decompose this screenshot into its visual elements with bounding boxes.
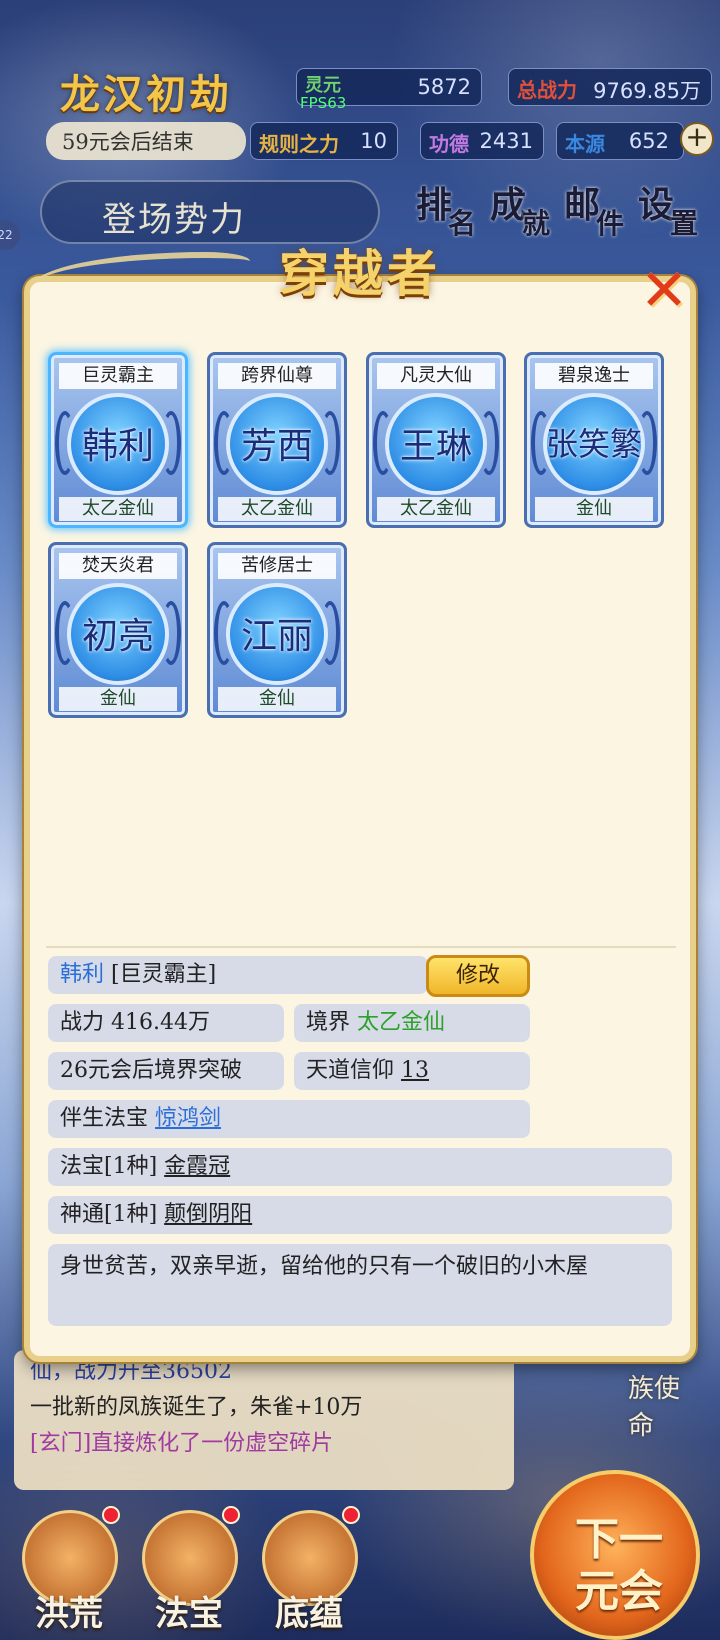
ability-link[interactable]: 颠倒阴阳 (164, 1202, 252, 1227)
nav-honghuang-label: 洪荒 (35, 1594, 103, 1634)
next-era-label: 下一元会 (575, 1514, 663, 1617)
stat-total-power-label: 总战力 (517, 78, 577, 102)
stat-rule-power-label: 规则之力 (259, 132, 339, 156)
character-card[interactable]: 凡灵大仙 王琳 太乙金仙 (366, 352, 506, 528)
breakthrough-row: 26元会后境界突破 (48, 1052, 284, 1090)
notification-dot-icon (102, 1506, 120, 1524)
character-card[interactable]: 碧泉逸士 张笑繁 金仙 (524, 352, 664, 528)
card-name: 张笑繁 (545, 425, 642, 463)
companion-label: 伴生法宝 (60, 1106, 149, 1131)
power-row: 战力 416.44万 (48, 1004, 284, 1042)
card-title: 巨灵霸主 (59, 363, 177, 389)
settings-char-1: 设 (638, 184, 675, 226)
notification-dot-icon (342, 1506, 360, 1524)
rename-button[interactable]: 修改 (426, 955, 530, 997)
power-label: 战力 (60, 1010, 105, 1035)
stat-merit-value: 2431 (479, 129, 533, 153)
realm-label: 境界 (306, 1010, 351, 1035)
ranking-char-1: 排 (416, 184, 453, 226)
stat-rule-power: 规则之力 10 (250, 122, 398, 160)
nav-treasure-label: 法宝 (155, 1594, 223, 1634)
stat-source-label: 本源 (565, 132, 605, 156)
notification-dot-icon (222, 1506, 240, 1524)
character-card[interactable]: 焚天炎君 初亮 金仙 (48, 542, 188, 718)
nav-honghuang[interactable]: 洪荒 (14, 1500, 124, 1640)
card-realm: 金仙 (59, 687, 177, 711)
breakthrough-text: 26元会后境界突破 (60, 1058, 242, 1083)
stat-total-power: 总战力 9769.85万 (508, 68, 712, 106)
nav-heritage[interactable]: 底蕴 (254, 1500, 364, 1640)
nav-treasure[interactable]: 法宝 (134, 1500, 244, 1640)
stat-source: 本源 652 (556, 122, 684, 160)
character-card[interactable]: 苦修居士 江丽 金仙 (207, 542, 347, 718)
event-log: 仙，战力升至36502 一批新的凤族诞生了，朱雀+10万 [玄门]直接炼化了一份… (14, 1350, 514, 1490)
card-title: 凡灵大仙 (377, 363, 495, 389)
add-resource-button[interactable]: + (680, 122, 714, 156)
log-line: [玄门]直接炼化了一份虚空碎片 (30, 1431, 334, 1456)
stat-rule-power-value: 10 (360, 129, 387, 153)
ability-row: 神通[1种] 颠倒阴阳 (48, 1196, 672, 1234)
faith-row: 天道信仰 13 (294, 1052, 530, 1090)
stat-merit-label: 功德 (429, 132, 469, 156)
card-name: 王琳 (399, 426, 472, 467)
card-realm: 太乙金仙 (218, 497, 336, 521)
faith-value[interactable]: 13 (401, 1058, 429, 1083)
treasure-label: 法宝[1种] (60, 1154, 158, 1179)
card-name: 江丽 (240, 616, 313, 657)
character-grid: 巨灵霸主 韩利 太乙金仙 跨界仙尊 芳西 太乙金仙 凡灵大仙 王琳 太乙金仙 碧… (46, 350, 676, 730)
mail-char-2: 件 (596, 207, 625, 240)
faith-label: 天道信仰 (306, 1058, 395, 1083)
companion-treasure-link[interactable]: 惊鸿剑 (155, 1106, 221, 1131)
clan-mission-label: 族使命 (628, 1374, 681, 1441)
stat-source-value: 652 (628, 129, 669, 153)
realm-value: 太乙金仙 (357, 1010, 446, 1035)
achievement-char-2: 就 (522, 207, 551, 240)
card-title: 焚天炎君 (59, 553, 177, 579)
character-header: 韩利 [巨灵霸主] (48, 956, 428, 994)
character-title: [巨灵霸主] (111, 962, 217, 987)
mail-char-1: 邮 (564, 184, 601, 226)
card-realm: 金仙 (535, 497, 653, 521)
stat-merit: 功德 2431 (420, 122, 544, 160)
settings-button[interactable]: 设 置 (638, 176, 708, 246)
era-title: 龙汉初劫 (60, 71, 232, 118)
stat-total-power-value: 9769.85万 (593, 79, 701, 103)
treasure-link[interactable]: 金霞冠 (164, 1154, 230, 1179)
card-title: 碧泉逸士 (535, 363, 653, 389)
character-name: 韩利 (60, 962, 105, 987)
card-realm: 金仙 (218, 687, 336, 711)
card-name: 韩利 (81, 426, 154, 467)
character-card[interactable]: 跨界仙尊 芳西 太乙金仙 (207, 352, 347, 528)
treasure-row: 法宝[1种] 金霞冠 (48, 1148, 672, 1186)
close-icon[interactable]: ✕ (636, 261, 692, 319)
era-countdown: 59元会后结束 (46, 122, 246, 160)
character-card[interactable]: 巨灵霸主 韩利 太乙金仙 (48, 352, 188, 528)
power-value: 416.44万 (111, 1010, 210, 1035)
divider (46, 946, 676, 948)
card-name: 芳西 (240, 426, 313, 467)
dialog-title: 穿越者 (279, 244, 441, 303)
companion-treasure-row: 伴生法宝 惊鸿剑 (48, 1100, 530, 1138)
nav-heritage-label: 底蕴 (275, 1594, 343, 1634)
mail-button[interactable]: 邮 件 (564, 176, 634, 246)
card-title: 跨界仙尊 (218, 363, 336, 389)
achievement-char-1: 成 (490, 184, 527, 226)
card-title: 苦修居士 (218, 553, 336, 579)
ability-label: 神通[1种] (60, 1202, 158, 1227)
character-bio: 身世贫苦，双亲早逝，留给他的只有一个破旧的小木屋 (48, 1244, 672, 1326)
fps-counter: FPS63 (300, 94, 347, 112)
stat-lingyuan-value: 5872 (417, 75, 471, 99)
card-name: 初亮 (81, 616, 154, 657)
settings-char-2: 置 (670, 207, 699, 240)
clan-mission-button[interactable]: 族使命 (620, 1350, 700, 1441)
card-realm: 太乙金仙 (59, 497, 177, 521)
realm-row: 境界 太乙金仙 (294, 1004, 530, 1042)
next-era-button[interactable]: 下一元会 (530, 1470, 700, 1640)
card-realm: 太乙金仙 (377, 497, 495, 521)
log-line: 一批新的凤族诞生了，朱雀+10万 (30, 1395, 363, 1420)
